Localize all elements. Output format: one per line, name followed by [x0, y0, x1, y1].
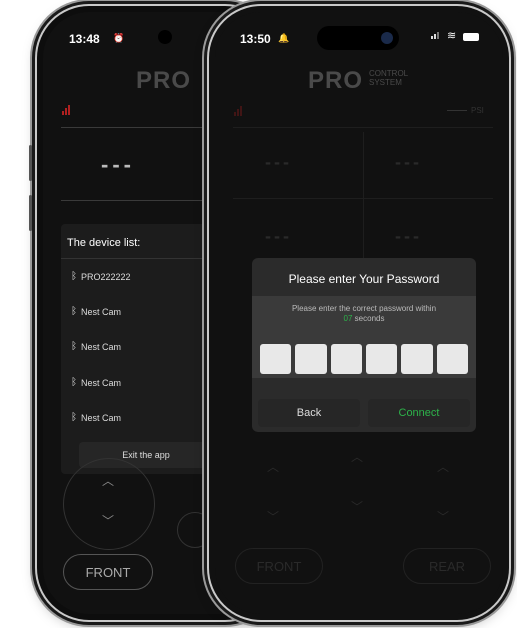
divider	[233, 198, 493, 199]
battery-icon	[463, 33, 479, 41]
divider	[447, 110, 467, 111]
device-name: Nest Cam	[81, 341, 122, 352]
back-button[interactable]: Back	[258, 399, 360, 427]
device-name: PRO222222	[81, 271, 131, 282]
device-name: Nest Cam	[81, 306, 122, 317]
signal-icon	[234, 106, 242, 116]
volume-button	[29, 195, 32, 231]
chevron-up-icon[interactable]: ︿	[267, 458, 279, 475]
device-item[interactable]: ᛒ Nest Cam	[71, 341, 121, 352]
bluetooth-icon: ᛒ	[71, 377, 77, 388]
signal-icon	[62, 105, 70, 115]
divider	[233, 127, 493, 128]
app-logo: PRO	[308, 67, 364, 94]
volume-button	[29, 145, 32, 181]
app-logo: PRO	[136, 67, 192, 94]
password-digit-box[interactable]	[365, 344, 398, 374]
device-name: Nest Cam	[81, 377, 122, 388]
rear-left-value: ---	[265, 226, 292, 246]
cellular-icon	[431, 32, 439, 39]
rear-right-value: ---	[395, 226, 422, 246]
bluetooth-icon: ᛒ	[71, 306, 77, 317]
divider	[61, 258, 229, 259]
bluetooth-icon: ᛒ	[71, 341, 77, 352]
password-digit-box[interactable]	[436, 344, 468, 374]
chevron-up-icon[interactable]: ︿	[351, 448, 363, 465]
device-item[interactable]: ᛒ Nest Cam	[71, 377, 121, 388]
chevron-down-icon[interactable]: ﹀	[102, 512, 114, 529]
device-item[interactable]: ᛒ Nest Cam	[71, 412, 121, 423]
psi-label: PSI	[471, 106, 484, 115]
dialog-message: Please enter the correct password within…	[291, 304, 437, 323]
divider	[203, 142, 204, 202]
front-phone: 13:50 🔔 ≋ PRO CONTROL SYSTEM PSI --- ---…	[209, 6, 509, 620]
device-item[interactable]: ᛒ Nest Cam	[71, 306, 121, 317]
password-digit-box[interactable]	[260, 344, 292, 374]
bluetooth-icon: ᛒ	[71, 412, 77, 423]
status-time: 13:48	[69, 32, 100, 46]
password-dialog: Please enter Your Password Please enter …	[252, 258, 476, 432]
logo-subtitle-1: CONTROL	[369, 69, 409, 78]
bluetooth-icon: ᛒ	[71, 271, 77, 282]
countdown: 07	[343, 314, 353, 323]
password-digit-box[interactable]	[295, 344, 327, 374]
dynamic-island	[317, 26, 399, 50]
device-item[interactable]: ᛒ PRO222222	[71, 271, 131, 282]
device-name: Nest Cam	[81, 412, 122, 423]
bell-icon: 🔔	[278, 33, 290, 43]
device-list-title: The device list:	[67, 237, 141, 249]
front-right-value: ---	[395, 152, 422, 172]
chevron-up-icon[interactable]: ︿	[102, 472, 114, 489]
device-list-panel: The device list: ᛒ PRO222222 ᛒ Nest Cam …	[61, 224, 229, 474]
front-button[interactable]: FRONT	[63, 554, 153, 590]
front-left-value: ---	[265, 152, 292, 172]
dialog-title: Please enter Your Password	[288, 272, 440, 286]
logo-subtitle-2: SYSTEM	[369, 78, 402, 87]
chevron-down-icon[interactable]: ﹀	[437, 508, 449, 525]
chevron-down-icon[interactable]: ﹀	[267, 508, 279, 525]
front-phone-screen: 13:50 🔔 ≋ PRO CONTROL SYSTEM PSI --- ---…	[215, 12, 503, 614]
password-digit-box[interactable]	[401, 344, 433, 374]
pressure-value: ---	[101, 152, 135, 177]
connect-button[interactable]: Connect	[368, 399, 470, 427]
rear-control-dial[interactable]	[177, 512, 213, 548]
camera-dot	[381, 32, 393, 44]
power-button	[509, 190, 512, 260]
alarm-icon: ⏰	[113, 33, 125, 43]
camera-dot	[158, 30, 172, 44]
password-input[interactable]	[260, 344, 468, 374]
wifi-icon: ≋	[447, 30, 457, 42]
status-time: 13:50	[240, 32, 271, 46]
front-button[interactable]: FRONT	[235, 548, 323, 584]
password-digit-box[interactable]	[330, 344, 362, 374]
rear-button[interactable]: REAR	[403, 548, 491, 584]
dialog-body: Please enter the correct password within…	[252, 296, 476, 378]
chevron-down-icon[interactable]: ﹀	[351, 498, 363, 515]
chevron-up-icon[interactable]: ︿	[437, 458, 449, 475]
